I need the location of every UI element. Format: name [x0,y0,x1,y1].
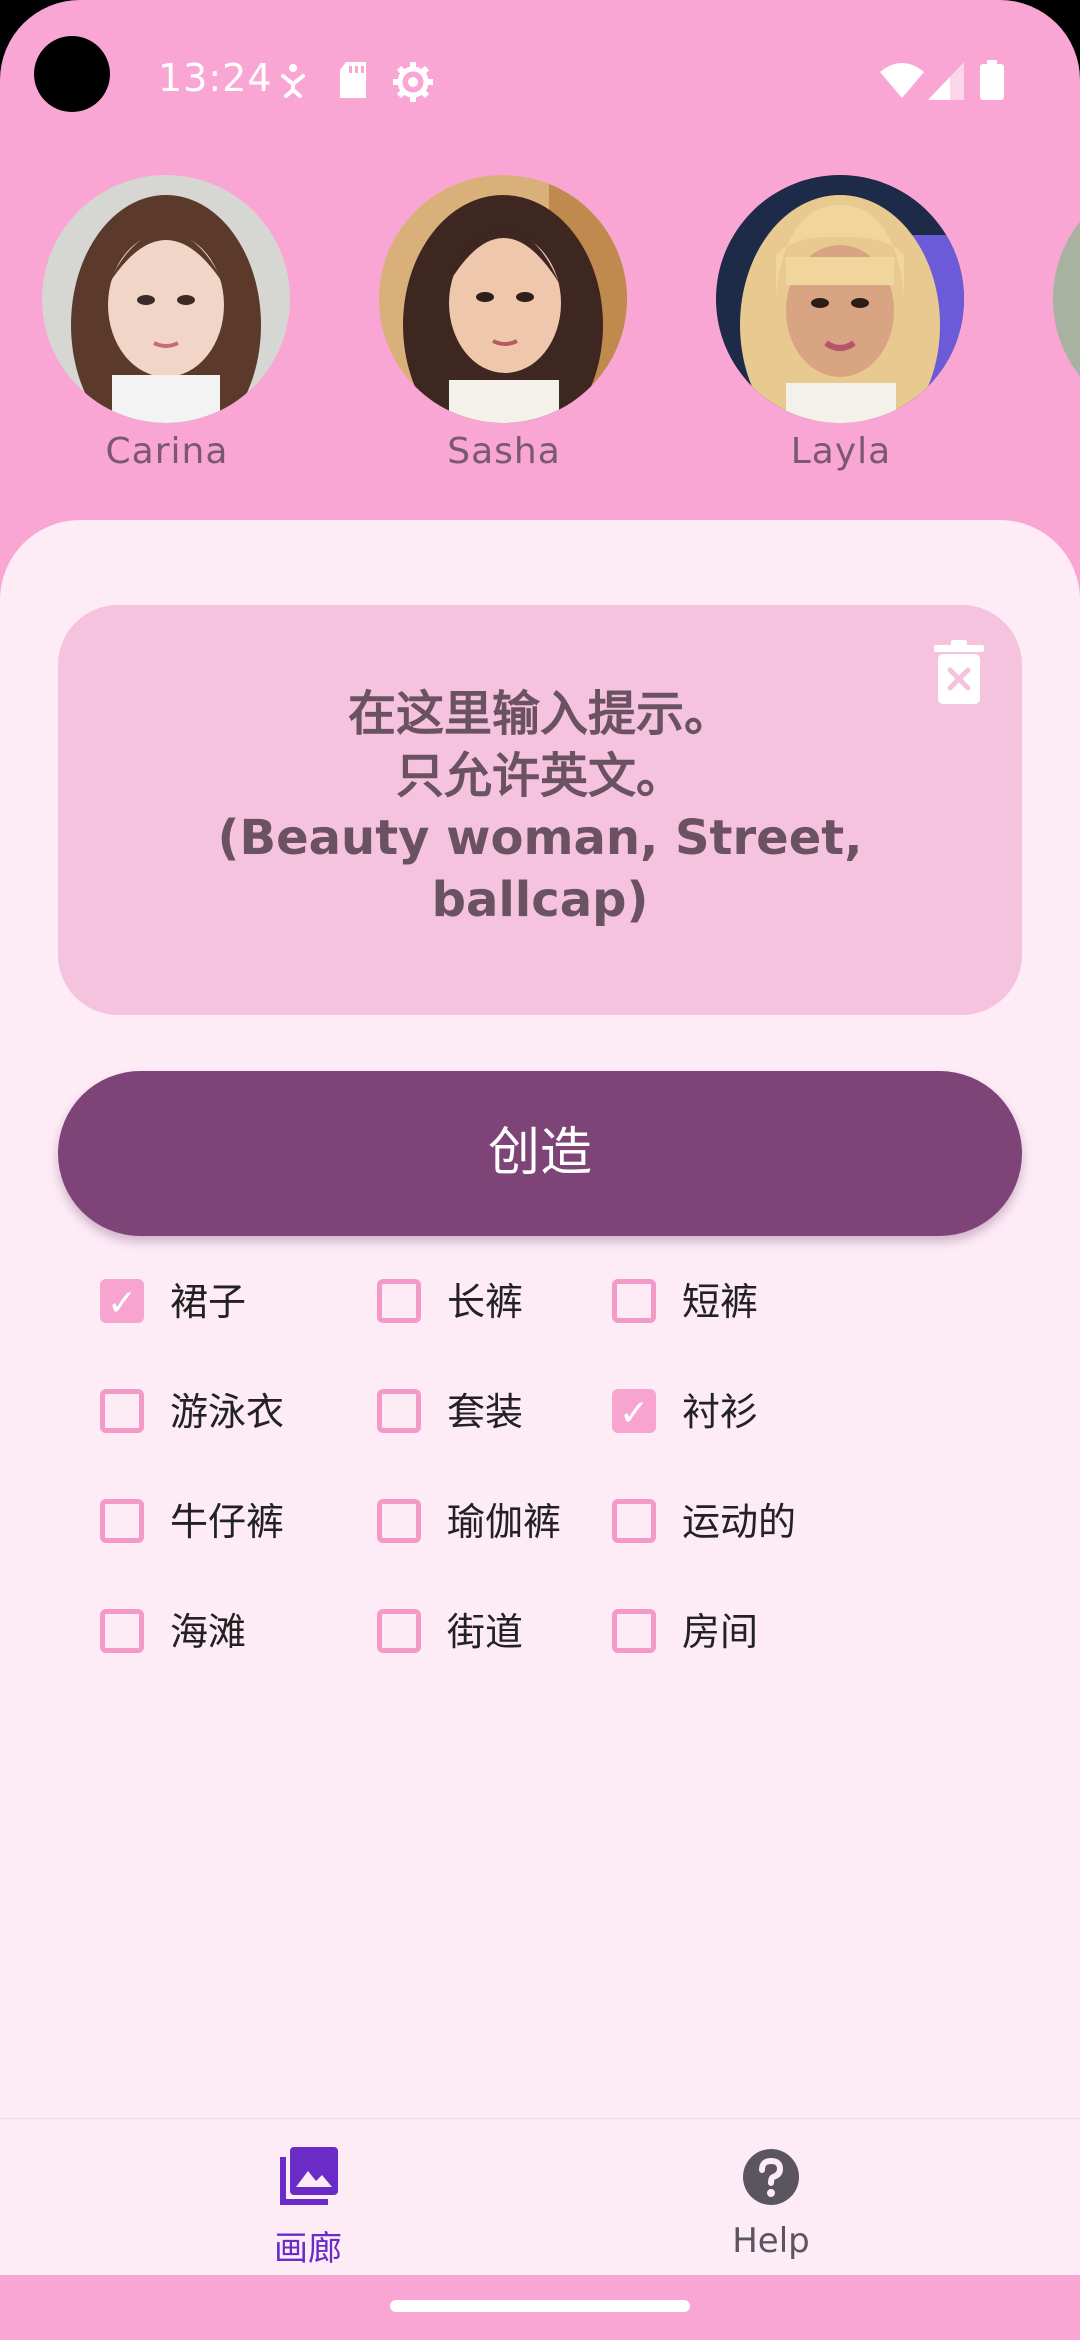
avatar [379,175,627,423]
check-icon: ✓ [619,1393,650,1434]
checkbox-unchecked[interactable] [100,1389,144,1433]
option-label: 牛仔裤 [170,1500,285,1544]
app-screen: 13:24 Carina Sasha Layla 在这里输入提示。 只允许英文。… [0,0,1080,2340]
battery-icon [980,60,1004,100]
option-checkbox[interactable]: ✓ 衬衫 [612,1385,872,1445]
checkbox-unchecked[interactable] [100,1609,144,1653]
check-icon: ✓ [107,1283,138,1324]
option-checkbox[interactable]: 运动的 [612,1495,872,1555]
option-label: 瑜伽裤 [447,1500,562,1544]
option-label: 衬衫 [682,1390,759,1434]
option-label: 房间 [682,1610,759,1654]
option-checkbox[interactable]: 长裤 [377,1275,637,1335]
signal-icon [928,62,964,100]
nav-help[interactable]: Help [621,2119,921,2275]
prompt-line: 只允许英文。 [395,748,684,804]
avatar-name: Layla [790,431,892,472]
option-label: 裙子 [170,1280,247,1324]
sd-card-icon [340,62,366,98]
prompt-placeholder: 在这里输入提示。 只允许英文。 (Beauty woman, Street, b… [98,683,982,931]
avatar [716,175,964,423]
settings-icon [393,62,433,102]
avatar-name: Carina [105,431,229,472]
option-checkbox[interactable]: 游泳衣 [100,1385,360,1445]
status-bar: 13:24 [0,0,1080,160]
option-label: 短裤 [682,1280,759,1324]
option-label: 套装 [447,1390,524,1434]
checkbox-unchecked[interactable] [377,1279,421,1323]
gesture-handle[interactable] [390,2300,690,2312]
prompt-line: 在这里输入提示。 [347,686,732,742]
checkbox-checked[interactable]: ✓ [100,1279,144,1324]
help-icon [743,2149,799,2205]
prompt-line: (Beauty woman, Street, [217,810,863,866]
option-label: 街道 [447,1610,524,1654]
bottom-navigation: 画廊 Help [0,2118,1080,2275]
option-checkbox[interactable]: 海滩 [100,1605,360,1665]
prompt-input[interactable]: 在这里输入提示。 只允许英文。 (Beauty woman, Street, b… [58,605,1022,1015]
avatar [1053,175,1080,423]
character-carousel[interactable]: Carina Sasha Layla [0,165,1080,495]
checkbox-unchecked[interactable] [100,1499,144,1543]
nav-gallery[interactable]: 画廊 [158,2119,458,2275]
checkbox-unchecked[interactable] [612,1609,656,1653]
option-checkbox[interactable]: ✓ 裙子 [100,1275,360,1335]
option-label: 运动的 [682,1500,797,1544]
nav-help-label: Help [732,2221,810,2261]
avatar-name: Sasha [447,431,561,472]
checkbox-checked[interactable]: ✓ [612,1389,656,1434]
option-checkbox[interactable]: 瑜伽裤 [377,1495,637,1555]
checkbox-unchecked[interactable] [377,1609,421,1653]
checkbox-unchecked[interactable] [612,1499,656,1543]
wifi-icon [880,63,924,98]
option-label: 游泳衣 [170,1390,285,1434]
gallery-icon [280,2147,338,2205]
option-checkbox[interactable]: 短裤 [612,1275,872,1335]
character-card-layla[interactable]: Layla [716,165,966,485]
camera-cutout [34,36,110,112]
accessibility-icon [281,64,305,98]
character-card-partial[interactable] [1053,165,1080,485]
checkbox-unchecked[interactable] [612,1279,656,1323]
status-time: 13:24 [158,56,273,100]
avatar [42,175,290,423]
prompt-line: ballcap) [431,872,649,928]
option-label: 海滩 [170,1610,247,1654]
checkbox-unchecked[interactable] [377,1389,421,1433]
option-checkbox[interactable]: 牛仔裤 [100,1495,360,1555]
character-card-carina[interactable]: Carina [42,165,292,485]
option-checkbox[interactable]: 街道 [377,1605,637,1665]
option-checkbox[interactable]: 套装 [377,1385,637,1445]
option-checkbox[interactable]: 房间 [612,1605,872,1665]
nav-gallery-label: 画廊 [274,2229,342,2269]
checkbox-unchecked[interactable] [377,1499,421,1543]
option-label: 长裤 [447,1280,524,1324]
character-card-sasha[interactable]: Sasha [379,165,629,485]
create-button[interactable]: 创造 [58,1071,1022,1236]
